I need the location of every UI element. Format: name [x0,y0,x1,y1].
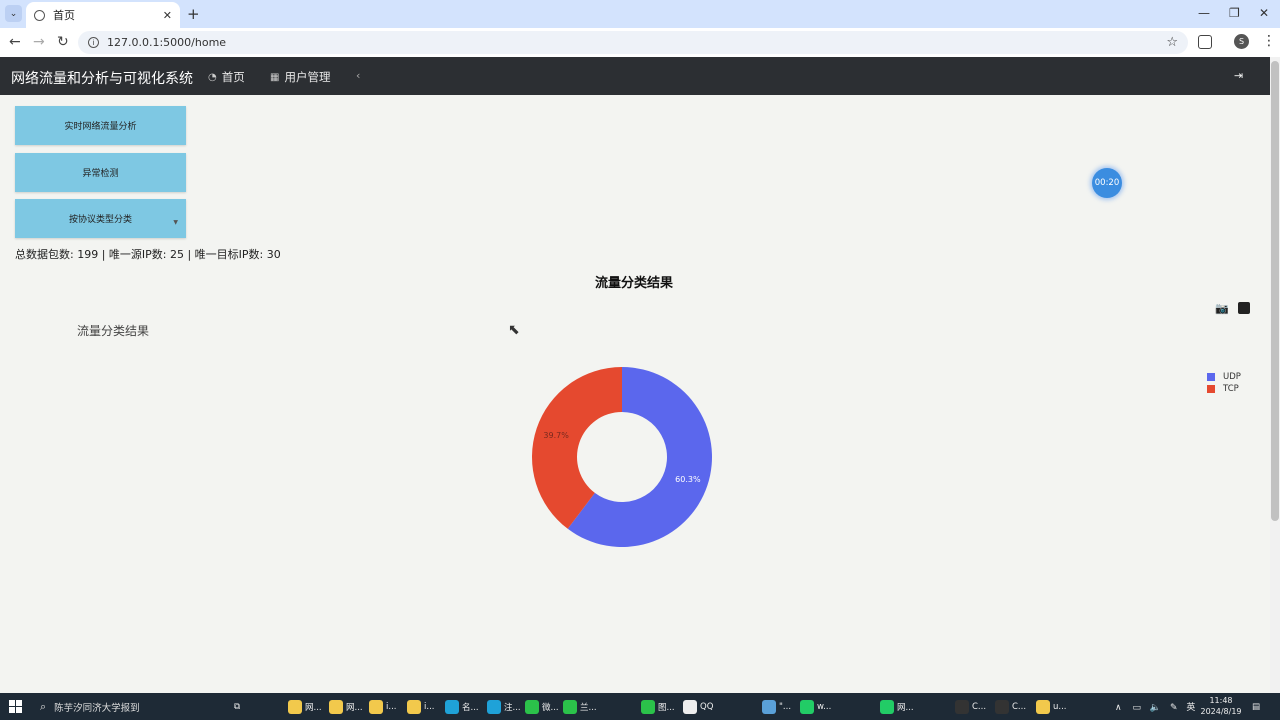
taskbar-app-label: 网... [305,702,322,713]
taskbar-app-item[interactable]: u... [1036,698,1067,715]
app-icon [995,699,1009,714]
legend-item-tcp[interactable]: TCP [1207,384,1239,394]
legend-label: UDP [1223,372,1241,382]
search-icon: ⌕ [40,699,47,713]
taskbar-search[interactable]: ⌕ 陈芋汐同济大学报到 [34,696,212,717]
app-icon [683,699,697,714]
taskbar-app-item[interactable]: 网... [329,698,363,715]
pie-chart: 60.3% 39.7% [531,367,712,547]
taskbar-app-label: i... [386,701,397,712]
app-icon [1036,699,1050,714]
pie-label-tcp: 39.7% [543,431,569,440]
app-icon [563,699,577,714]
legend-swatch [1207,373,1215,381]
legend-item-udp[interactable]: UDP [1207,372,1241,382]
tray-chevron-icon[interactable]: ∧ [1115,703,1122,713]
taskbar-app-label: 图... [658,702,675,713]
pen-icon[interactable]: ✎ [1170,703,1178,713]
taskbar-app-label: 名... [462,702,479,713]
taskbar-app-label: w... [817,701,832,712]
network-icon[interactable]: ▭ [1132,703,1141,713]
taskbar-app-label: 兰... [580,702,597,713]
taskbar-app-label: 网... [897,702,914,713]
taskbar-app-label: i... [424,701,435,712]
taskbar-app-item[interactable]: 兰... [563,698,597,715]
taskbar-app-item[interactable]: 图... [641,698,675,715]
app-icon [288,699,302,714]
taskbar-app-label: 微... [542,702,559,713]
clock-date: 2024/8/19 [1200,707,1242,716]
app-icon [369,699,383,714]
app-icon [329,699,343,714]
windows-start-icon[interactable] [9,700,22,713]
task-view-icon[interactable]: ⧉ [234,698,240,715]
app-icon [407,699,421,714]
taskbar-app-label: "... [779,701,792,712]
taskbar-app-item[interactable]: 微... [525,698,559,715]
taskbar-app-item[interactable]: 网... [880,698,914,715]
taskbar-search-text: 陈芋汐同济大学报到 [54,702,140,714]
taskbar-app-item[interactable]: 名... [445,698,479,715]
taskbar-app-item[interactable]: w... [800,698,831,715]
app-icon [445,699,459,714]
taskbar-app-label: 注... [504,702,521,713]
mouse-cursor-icon: ⬉ [508,322,520,338]
taskbar-app-item[interactable]: C... [995,698,1026,715]
windows-taskbar: ⌕ 陈芋汐同济大学报到 ⧉ 网... 网... i... i... 名... 注... 微.… [0,693,1280,720]
volume-icon[interactable]: 🔈 [1150,703,1161,713]
app-icon [800,699,814,714]
app-icon [955,699,969,714]
taskbar-app-label: QQ [700,701,714,712]
taskbar-clock[interactable]: 11:48 2024/8/19 [1200,695,1242,717]
taskbar-app-item[interactable]: i... [369,698,396,715]
notification-icon[interactable]: ▤ [1252,698,1260,715]
taskbar-app-label: C... [972,701,987,712]
app-icon [762,699,776,714]
app-icon [880,699,894,714]
taskbar-app-label: 网... [346,702,363,713]
clock-time: 11:48 [1209,696,1233,705]
app-icon [487,699,501,714]
legend-label: TCP [1223,384,1239,394]
input-language[interactable]: 英 [1186,703,1195,713]
taskbar-app-item[interactable]: 网... [288,698,322,715]
taskbar-app-label: u... [1053,701,1067,712]
app-icon [525,699,539,714]
taskbar-app-item[interactable]: "... [762,698,791,715]
system-tray[interactable]: ∧ ▭ 🔈 ✎ 英 [1115,700,1195,713]
legend-swatch [1207,385,1215,393]
app-icon [641,699,655,714]
pie-label-udp: 60.3% [675,475,701,484]
taskbar-app-item[interactable]: C... [955,698,986,715]
taskbar-app-item[interactable]: QQ [683,698,713,715]
taskbar-app-label: C... [1012,701,1027,712]
taskbar-app-item[interactable]: 注... [487,698,521,715]
taskbar-app-item[interactable]: i... [407,698,434,715]
